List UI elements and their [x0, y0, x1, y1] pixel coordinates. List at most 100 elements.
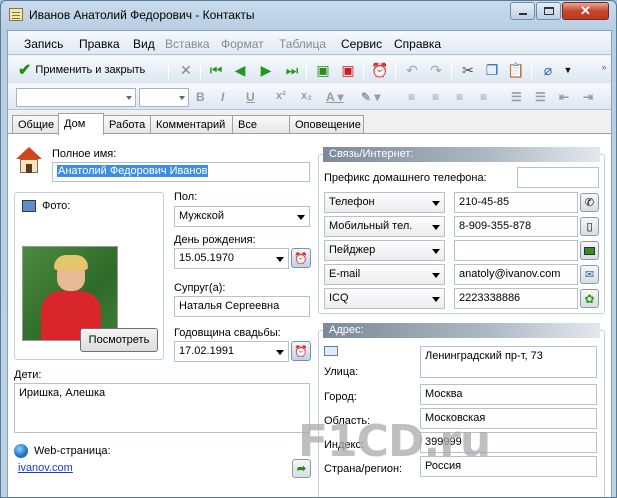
next-record-icon[interactable]: ▶ [256, 60, 276, 80]
font-color-icon[interactable]: A ▾ [326, 90, 344, 104]
phone-field[interactable]: 210-45-85 [454, 192, 578, 213]
indent-icon[interactable]: ⇥ [583, 90, 593, 104]
highlight-icon[interactable]: ✎ ▾ [361, 90, 380, 104]
first-record-icon[interactable]: ⏮ [206, 60, 226, 80]
contact-card-icon [9, 8, 23, 21]
tab-notification[interactable]: Оповещение [289, 115, 364, 134]
comm-type-3-value: Пейджер [329, 244, 376, 256]
icq-field[interactable]: 2223338886 [454, 288, 578, 309]
toolbar-separator [306, 61, 307, 79]
city-field[interactable]: Москва [420, 384, 597, 405]
menu-edit[interactable]: Правка [79, 37, 120, 51]
align-center-icon[interactable]: ≡ [432, 90, 439, 104]
birthday-reminder-button[interactable]: ⏰ [291, 248, 311, 268]
pager-button[interactable] [580, 241, 599, 260]
delete-record-icon[interactable]: ▣ [338, 60, 358, 80]
attach-icon[interactable]: ⌀ [538, 60, 558, 80]
close-button[interactable]: ✕ [562, 2, 609, 20]
tab-comment[interactable]: Комментарий [150, 115, 233, 134]
street-field[interactable]: Ленинградский пр-т, 73 [420, 346, 597, 378]
spouse-label: Супруг(а): [174, 282, 226, 294]
comm-type-5[interactable]: ICQ [324, 288, 445, 309]
close-icon: ✕ [580, 3, 591, 18]
menu-format[interactable]: Формат [221, 37, 264, 51]
outdent-icon[interactable]: ⇤ [559, 90, 569, 104]
anniversary-label: Годовщина свадьбы: [174, 327, 281, 339]
italic-icon[interactable]: I [221, 90, 224, 104]
chevron-down-icon [432, 201, 440, 206]
last-record-icon[interactable]: ⏭ [282, 60, 302, 80]
menu-view[interactable]: Вид [133, 37, 155, 51]
bullets-icon[interactable]: ☰ [511, 90, 522, 104]
paste-icon[interactable]: 📋 [506, 60, 526, 80]
menu-record[interactable]: Запись [24, 37, 63, 51]
save-close-button[interactable]: ✔ Применить и закрыть [18, 60, 145, 80]
comm-type-2-value: Мобильный тел. [329, 220, 413, 232]
dial-phone-button[interactable]: ✆ [580, 193, 599, 212]
tab-home[interactable]: Дом [58, 113, 104, 135]
alarm-clock-icon: ⏰ [294, 252, 308, 265]
menu-insert[interactable]: Вставка [165, 37, 210, 51]
comm-type-1[interactable]: Телефон [324, 192, 445, 213]
underline-icon[interactable]: U [246, 90, 255, 104]
cut-icon[interactable]: ✂ [458, 60, 478, 80]
birthday-field[interactable]: 15.05.1970 [174, 248, 289, 269]
font-name-combo[interactable] [16, 88, 136, 107]
picture-icon [22, 200, 36, 212]
dial-mobile-button[interactable]: ▯ [580, 217, 599, 236]
new-record-icon[interactable]: ▣ [313, 60, 333, 80]
anniversary-reminder-button[interactable]: ⏰ [291, 341, 311, 361]
tab-work[interactable]: Работа [103, 115, 151, 134]
comm-type-2[interactable]: Мобильный тел. [324, 216, 445, 237]
title-bar: Иванов Анатолий Федорович - Контакты ✕ [1, 1, 616, 29]
minimize-button[interactable] [510, 2, 535, 20]
main-toolbar: ✔ Применить и закрыть ✕ ⏮ ◀ ▶ ⏭ ▣ ▣ ⏰ ↶ … [8, 56, 611, 83]
redo-icon[interactable]: ↷ [426, 60, 446, 80]
address-group-header: Адрес: [323, 323, 600, 338]
mobile-field[interactable]: 8-909-355-878 [454, 216, 578, 237]
full-name-field[interactable]: Анатолий Федорович Иванов [52, 162, 310, 182]
align-left-icon[interactable]: ≡ [408, 90, 415, 104]
subscript-icon[interactable]: x₂ [301, 90, 312, 102]
previous-record-icon[interactable]: ◀ [230, 60, 250, 80]
align-right-icon[interactable]: ≡ [456, 90, 463, 104]
superscript-icon[interactable]: x² [276, 90, 286, 102]
maximize-button[interactable] [536, 2, 561, 20]
menu-table[interactable]: Таблица [279, 37, 326, 51]
children-field[interactable]: Иришка, Алешка [14, 383, 310, 433]
undo-icon[interactable]: ↶ [402, 60, 422, 80]
web-link[interactable]: ivanov.com [14, 459, 290, 478]
copy-icon[interactable]: ❐ [482, 60, 502, 80]
alarm-clock-icon[interactable]: ⏰ [370, 60, 390, 80]
bold-icon[interactable]: B [196, 90, 205, 104]
send-email-button[interactable]: ✉ [580, 265, 599, 284]
comm-type-4[interactable]: E-mail [324, 264, 445, 285]
comm-group-header: Связь/Интернет: [323, 147, 600, 162]
font-size-combo[interactable] [139, 88, 189, 107]
comm-type-3[interactable]: Пейджер [324, 240, 445, 261]
tab-all-fields[interactable]: Все поля [232, 115, 290, 143]
pager-field[interactable] [454, 240, 578, 261]
view-photo-button[interactable]: Посмотреть [80, 328, 158, 352]
globe-icon [14, 444, 28, 458]
menu-service[interactable]: Сервис [341, 37, 382, 51]
comm-type-4-value: E-mail [329, 268, 361, 280]
anniversary-field[interactable]: 17.02.1991 [174, 341, 289, 362]
toolbar-overflow-icon[interactable]: » [594, 57, 614, 77]
menu-help[interactable]: Справка [394, 37, 441, 51]
delete-icon[interactable]: ✕ [176, 60, 196, 80]
icq-button[interactable]: ✿ [580, 289, 599, 308]
chevron-down-icon [432, 249, 440, 254]
address-card-icon [324, 346, 338, 356]
envelope-icon: ✉ [584, 269, 595, 281]
spouse-field[interactable]: Наталья Сергеевна [174, 296, 310, 317]
phone-prefix-field[interactable] [517, 167, 599, 188]
gender-select[interactable]: Мужской [174, 206, 310, 227]
photo-label: Фото: [42, 200, 71, 212]
tab-general[interactable]: Общие [12, 115, 59, 134]
toolbar-dropdown-icon[interactable]: ▼ [558, 60, 578, 80]
numbering-icon[interactable]: ☰ [535, 90, 546, 104]
email-field[interactable]: anatoly@ivanov.com [454, 264, 578, 285]
children-label: Дети: [14, 369, 42, 381]
justify-icon[interactable]: ≡ [480, 90, 487, 104]
